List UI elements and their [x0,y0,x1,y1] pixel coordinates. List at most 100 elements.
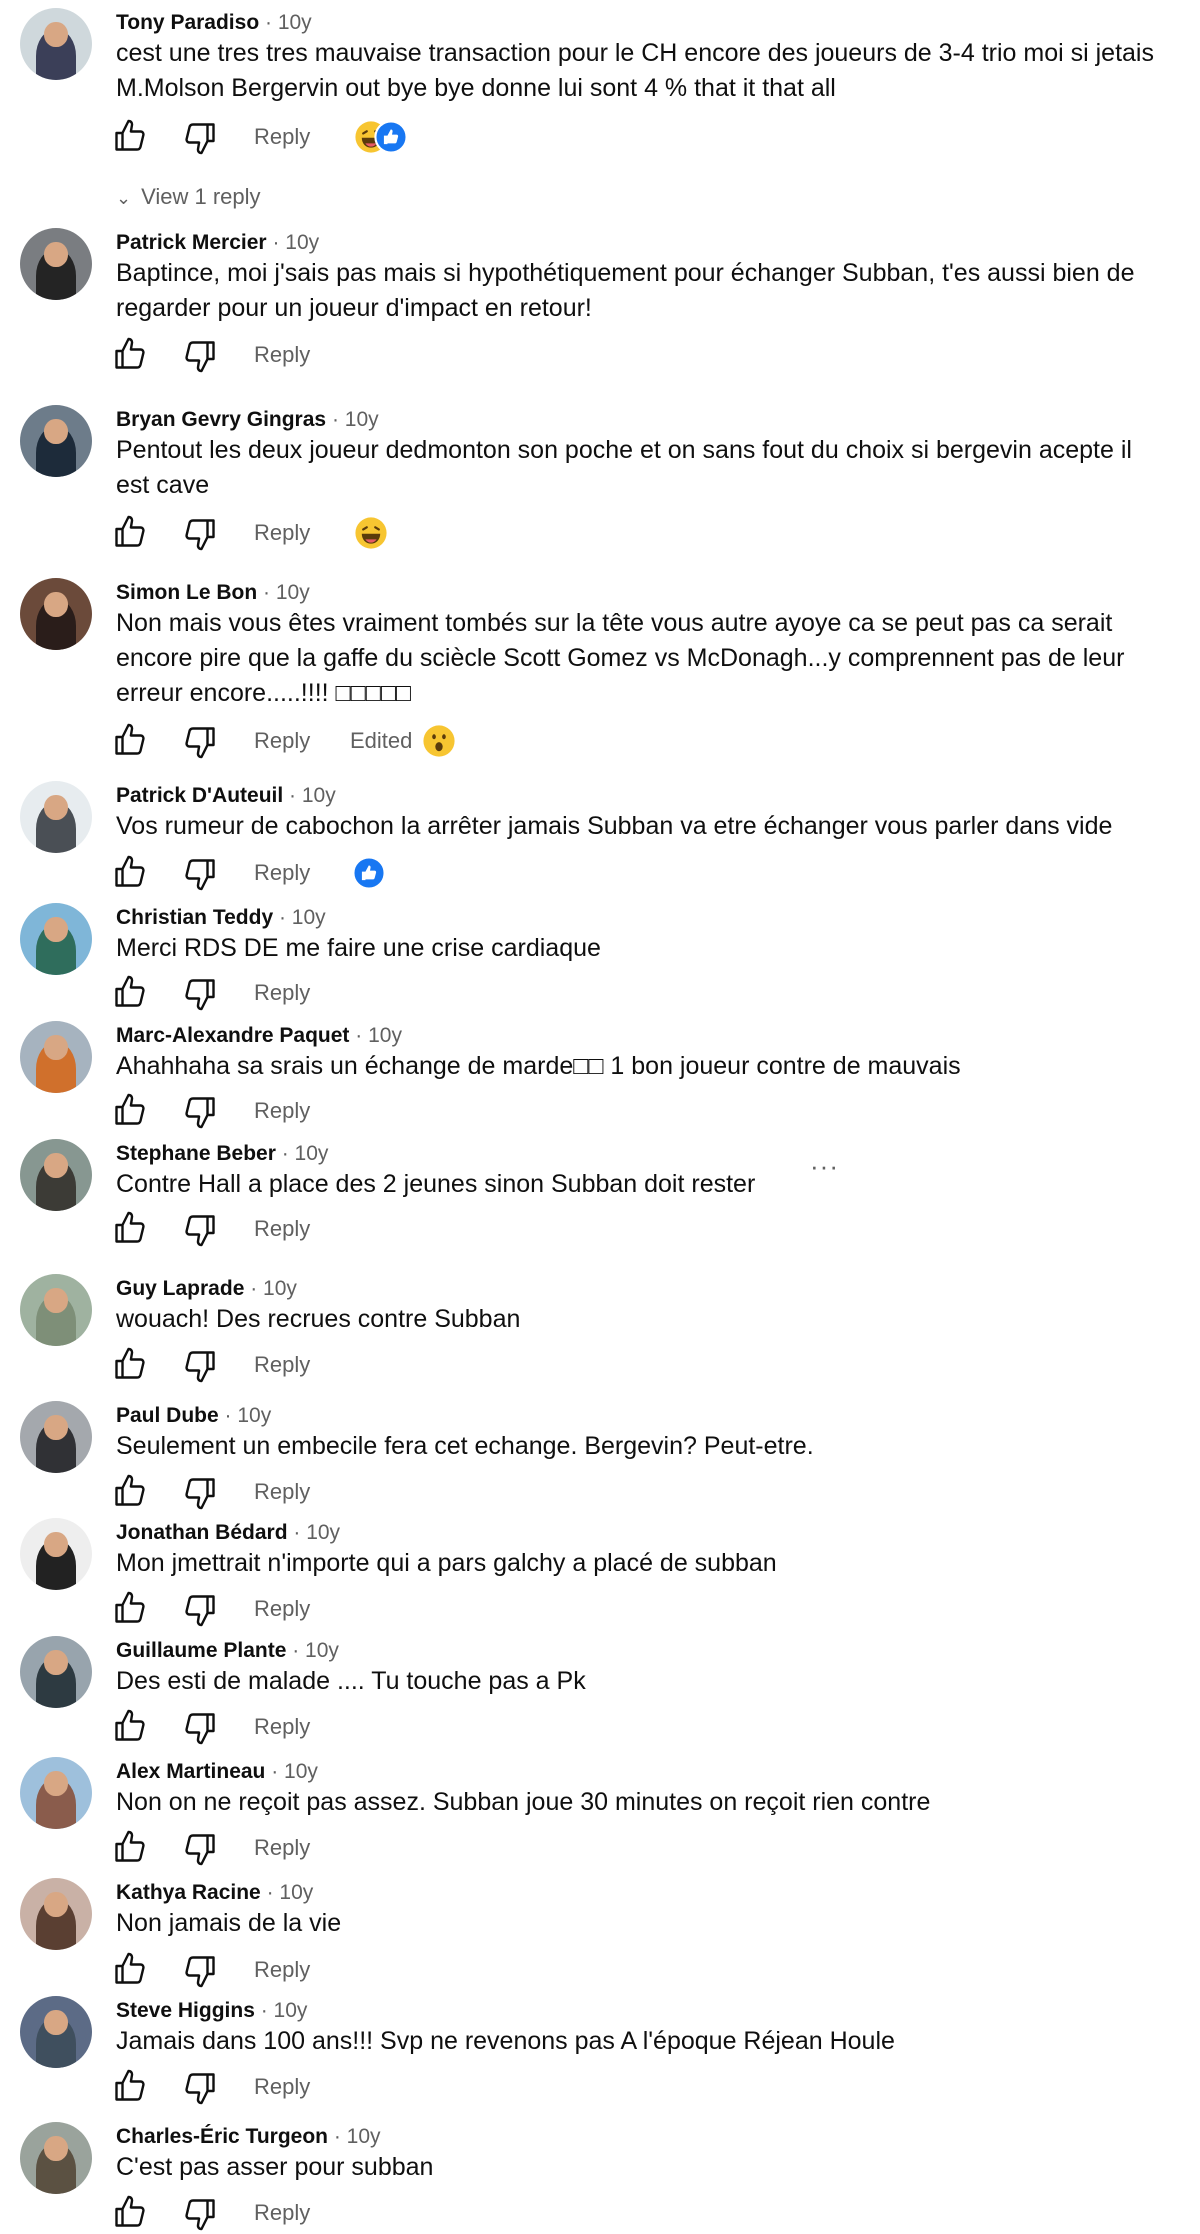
reply-button[interactable]: Reply [254,2072,310,2102]
avatar[interactable] [20,781,92,853]
reply-button[interactable]: Reply [254,1833,310,1863]
avatar[interactable] [20,578,92,650]
like-badge[interactable] [352,856,386,890]
avatar[interactable] [20,1401,92,1473]
view-replies-button[interactable]: ⌄ View 1 reply [116,182,261,213]
comment-time[interactable]: · 10y [293,1521,340,1544]
comment-time[interactable]: · 10y [225,1404,272,1427]
laugh-emoji[interactable] [354,516,388,550]
reply-button[interactable]: Reply [254,340,310,370]
dislike-icon[interactable] [182,1475,218,1511]
avatar[interactable] [20,1878,92,1950]
dislike-icon[interactable] [182,1953,218,1989]
like-icon[interactable] [112,1473,148,1509]
dislike-icon[interactable] [182,1094,218,1130]
reply-button[interactable]: Reply [254,518,310,548]
dislike-icon[interactable] [182,1710,218,1746]
avatar[interactable] [20,1139,92,1211]
like-icon[interactable] [112,2194,148,2230]
dislike-icon[interactable] [182,120,218,156]
avatar[interactable] [20,228,92,300]
reply-button[interactable]: Reply [254,1350,310,1380]
like-icon[interactable] [112,1210,148,1246]
like-icon[interactable] [112,514,148,550]
reply-button[interactable]: Reply [254,1594,310,1624]
dislike-icon[interactable] [182,1831,218,1867]
reply-button[interactable]: Reply [254,1214,310,1244]
avatar[interactable] [20,8,92,80]
comment-author[interactable]: Guy Laprade [116,1277,244,1300]
like-badge[interactable] [374,120,408,154]
comment-author[interactable]: Patrick D'Auteuil [116,784,283,807]
comment-author[interactable]: Tony Paradiso [116,11,259,34]
comment-time[interactable]: · 10y [272,231,319,254]
avatar[interactable] [20,1636,92,1708]
reply-button[interactable]: Reply [254,726,310,756]
comment-author[interactable]: Kathya Racine [116,1881,261,1904]
comment-author[interactable]: Simon Le Bon [116,581,257,604]
comment-author[interactable]: Patrick Mercier [116,231,267,254]
comment-author[interactable]: Bryan Gevry Gingras [116,408,326,431]
like-icon[interactable] [112,336,148,372]
comment-author[interactable]: Guillaume Plante [116,1639,286,1662]
comment-time[interactable]: · 10y [265,11,312,34]
comment-time[interactable]: · 10y [271,1760,318,1783]
comment-time[interactable]: · 10y [292,1639,339,1662]
wow-emoji[interactable] [422,724,456,758]
comment-time[interactable]: · 10y [263,581,310,604]
avatar[interactable] [20,1274,92,1346]
reply-button[interactable]: Reply [254,1477,310,1507]
comment-time[interactable]: · 10y [355,1024,402,1047]
reply-button[interactable]: Reply [254,122,310,152]
dislike-icon[interactable] [182,724,218,760]
more-options-icon[interactable]: ··· [810,1151,839,1182]
comment-author[interactable]: Paul Dube [116,1404,219,1427]
comment-time[interactable]: · 10y [250,1277,297,1300]
avatar[interactable] [20,1757,92,1829]
like-icon[interactable] [112,1708,148,1744]
comment-author[interactable]: Marc-Alexandre Paquet [116,1024,349,1047]
dislike-icon[interactable] [182,2196,218,2232]
dislike-icon[interactable] [182,516,218,552]
reply-button[interactable]: Reply [254,1712,310,1742]
comment-author[interactable]: Alex Martineau [116,1760,265,1783]
like-icon[interactable] [112,1590,148,1626]
like-icon[interactable] [112,1829,148,1865]
like-icon[interactable] [112,1092,148,1128]
like-icon[interactable] [112,854,148,890]
avatar[interactable] [20,1021,92,1093]
like-icon[interactable] [112,974,148,1010]
avatar[interactable] [20,903,92,975]
comment-author[interactable]: Jonathan Bédard [116,1521,288,1544]
dislike-icon[interactable] [182,976,218,1012]
comment-time[interactable]: · 10y [279,906,326,929]
avatar[interactable] [20,405,92,477]
comment-time[interactable]: · 10y [289,784,336,807]
dislike-icon[interactable] [182,1592,218,1628]
like-icon[interactable] [112,118,148,154]
dislike-icon[interactable] [182,856,218,892]
comment-time[interactable]: · 10y [334,2125,381,2148]
comment-time[interactable]: · 10y [261,1999,308,2022]
dislike-icon[interactable] [182,1348,218,1384]
like-icon[interactable] [112,1951,148,1987]
reply-button[interactable]: Reply [254,1096,310,1126]
comment-author[interactable]: Stephane Beber [116,1142,276,1165]
comment-time[interactable]: · 10y [332,408,379,431]
like-icon[interactable] [112,2068,148,2104]
like-icon[interactable] [112,1346,148,1382]
comment-author[interactable]: Charles-Éric Turgeon [116,2125,328,2148]
comment-author[interactable]: Christian Teddy [116,906,273,929]
comment-author[interactable]: Steve Higgins [116,1999,255,2022]
like-icon[interactable] [112,722,148,758]
avatar[interactable] [20,1996,92,2068]
avatar[interactable] [20,1518,92,1590]
reply-button[interactable]: Reply [254,2198,310,2228]
comment-time[interactable]: · 10y [282,1142,329,1165]
reply-button[interactable]: Reply [254,978,310,1008]
reply-button[interactable]: Reply [254,858,310,888]
avatar[interactable] [20,2122,92,2194]
dislike-icon[interactable] [182,1212,218,1248]
comment-time[interactable]: · 10y [267,1881,314,1904]
dislike-icon[interactable] [182,338,218,374]
